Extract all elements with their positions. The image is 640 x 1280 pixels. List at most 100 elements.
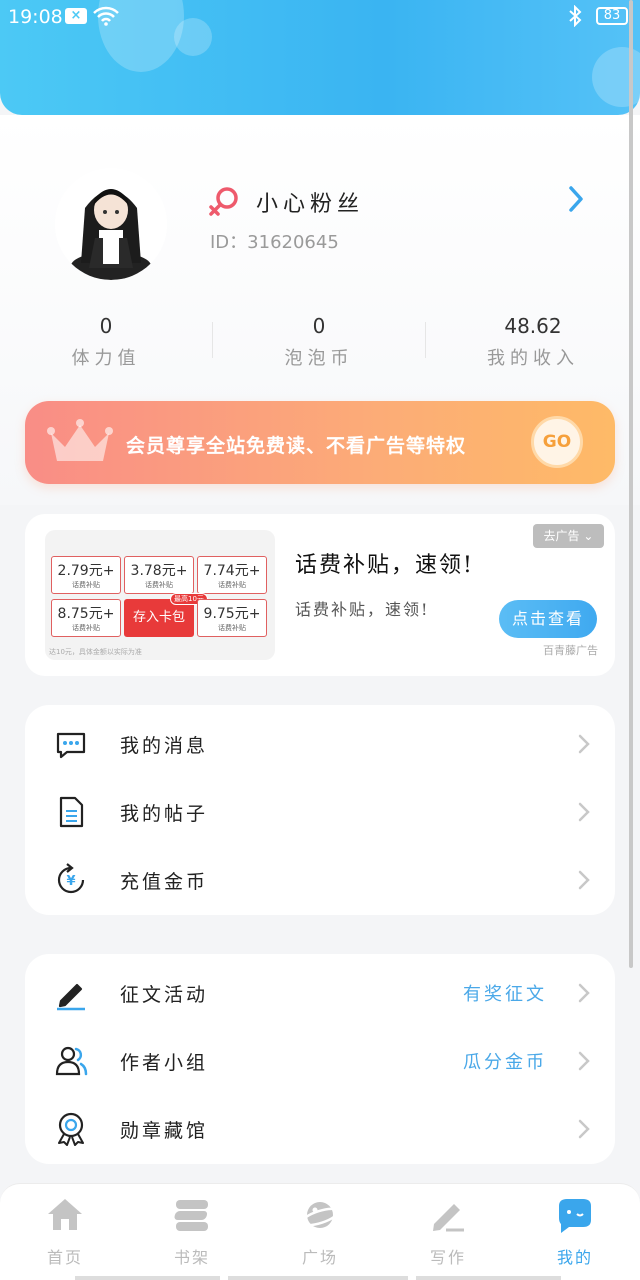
coupon-value: 2.79: [57, 563, 89, 579]
ad-footnote: 达10元，具体金额以实际为准: [49, 648, 142, 656]
tab-mine[interactable]: 我的: [525, 1196, 625, 1268]
tab-bookshelf[interactable]: 书架: [142, 1196, 242, 1268]
status-time: 19:08: [8, 6, 63, 28]
tab-square[interactable]: 广场: [270, 1196, 370, 1268]
vip-go-button[interactable]: GO: [531, 416, 583, 468]
menu-item-messages[interactable]: 我的消息: [25, 709, 615, 777]
profile-arrow-icon[interactable]: [566, 184, 586, 218]
menu-item-medal-hall[interactable]: 勋章藏馆: [25, 1094, 615, 1162]
stat-value: 0: [99, 314, 113, 338]
menu-item-label: 作者小组: [120, 1052, 209, 1074]
menu-item-recharge[interactable]: ¥ 充值金币: [25, 845, 615, 913]
coupon: 9.75元+ 话费补贴: [197, 599, 267, 637]
stat-label: 泡泡币: [284, 348, 354, 369]
planet-icon: [270, 1196, 370, 1236]
female-icon: [207, 185, 241, 223]
chevron-right-icon: [577, 982, 591, 1008]
menu-item-essay-contest[interactable]: 征文活动 有奖征文: [25, 958, 615, 1026]
write-icon: [398, 1196, 498, 1236]
menu-item-extra: 有奖征文: [463, 984, 547, 1005]
remove-ad-button[interactable]: 去广告 ⌄: [533, 524, 604, 548]
vip-text: 会员尊享全站免费读、不看广告等特权: [126, 435, 467, 457]
svg-text:¥: ¥: [66, 874, 75, 889]
menu-card-1: 我的消息 我的帖子 ¥ 充值金币: [25, 705, 615, 915]
status-bar: 19:08 × 83: [0, 0, 640, 34]
chevron-right-icon: [577, 1050, 591, 1076]
coupon-unit: 元+: [234, 606, 261, 622]
stat-stamina[interactable]: 0 体力值: [6, 314, 206, 370]
coupon-value: 7.74: [203, 563, 235, 579]
profile-icon: [525, 1196, 625, 1236]
ad-source: 百青藤广告: [543, 644, 598, 657]
coupon-value: 3.78: [130, 563, 162, 579]
menu-item-label: 我的帖子: [120, 803, 209, 825]
ad-image: 2.79元+ 话费补贴 3.78元+ 话费补贴 7.74元+ 话费补贴 8.75…: [45, 530, 275, 660]
user-id: ID：31620645: [210, 232, 339, 253]
coupon-unit: 元+: [88, 563, 115, 579]
stat-value: 48.62: [504, 314, 562, 338]
remove-ad-label: 去广告: [543, 529, 580, 543]
menu-card-2: 征文活动 有奖征文 作者小组 瓜分金币 勋章藏馆: [25, 954, 615, 1164]
coupon-unit: 元+: [88, 606, 115, 622]
tab-label: 写作: [429, 1248, 466, 1267]
menu-item-label: 我的消息: [120, 735, 209, 757]
tab-write[interactable]: 写作: [398, 1196, 498, 1268]
scrollbar[interactable]: [629, 0, 633, 968]
menu-item-label: 勋章藏馆: [120, 1120, 209, 1142]
vip-banner[interactable]: 会员尊享全站免费读、不看广告等特权 GO: [25, 401, 615, 484]
nav-indicator: [228, 1276, 408, 1280]
nav-indicator: [75, 1276, 220, 1280]
divider: [425, 322, 426, 358]
menu-item-author-group[interactable]: 作者小组 瓜分金币: [25, 1026, 615, 1094]
ad-subtitle: 话费补贴，速领!: [295, 600, 430, 619]
tab-label: 广场: [301, 1248, 338, 1267]
tab-label: 我的: [556, 1248, 593, 1267]
coupon-unit: 元+: [161, 563, 188, 579]
crown-icon: [45, 417, 115, 471]
home-icon: [15, 1196, 115, 1236]
notification-icon: ×: [65, 8, 87, 24]
nav-indicator: [416, 1276, 561, 1280]
pen-icon: [53, 975, 89, 1011]
coupon-label: 话费补贴: [145, 581, 173, 589]
recharge-icon: ¥: [53, 862, 89, 898]
stat-income[interactable]: 48.62 我的收入: [433, 314, 633, 370]
stat-label: 我的收入: [487, 348, 579, 369]
stat-bubble-coins[interactable]: 0 泡泡币: [219, 314, 419, 370]
chevron-right-icon: [577, 801, 591, 827]
ad-view-button[interactable]: 点击查看: [499, 600, 597, 638]
coupon: 8.75元+ 话费补贴: [51, 599, 121, 637]
chevron-down-icon: ⌄: [583, 529, 594, 543]
menu-item-posts[interactable]: 我的帖子: [25, 777, 615, 845]
stat-value: 0: [312, 314, 326, 338]
coupon-label: 话费补贴: [218, 624, 246, 632]
username: 小心粉丝: [256, 192, 365, 217]
avatar[interactable]: [55, 168, 167, 280]
menu-item-label: 充值金币: [120, 871, 209, 893]
coupon-unit: 元+: [234, 563, 261, 579]
message-icon: [53, 726, 89, 762]
coupon: 2.79元+ 话费补贴: [51, 556, 121, 594]
ad-title: 话费补贴，速领!: [295, 553, 474, 578]
bottom-tab-bar: 首页 书架 广场 写作 我的: [0, 1183, 640, 1280]
menu-item-label: 征文活动: [120, 984, 209, 1006]
medal-icon: [53, 1111, 89, 1147]
coupon-value: 9.75: [203, 606, 235, 622]
tab-home[interactable]: 首页: [15, 1196, 115, 1268]
menu-item-extra: 瓜分金币: [463, 1052, 547, 1073]
chevron-right-icon: [577, 1118, 591, 1144]
coupon-label: 话费补贴: [218, 581, 246, 589]
coupon-label: 话费补贴: [72, 581, 100, 589]
divider: [212, 322, 213, 358]
coupon-value: 8.75: [57, 606, 89, 622]
ad-card[interactable]: 2.79元+ 话费补贴 3.78元+ 话费补贴 7.74元+ 话费补贴 8.75…: [25, 514, 615, 676]
group-icon: [53, 1043, 89, 1079]
bookshelf-icon: [142, 1196, 242, 1236]
tab-label: 首页: [46, 1248, 83, 1267]
bluetooth-icon: [566, 4, 584, 32]
chevron-right-icon: [577, 733, 591, 759]
coupon-label: 话费补贴: [72, 624, 100, 632]
post-icon: [53, 794, 89, 830]
avatar-illustration: [55, 168, 167, 280]
stat-label: 体力值: [71, 348, 141, 369]
